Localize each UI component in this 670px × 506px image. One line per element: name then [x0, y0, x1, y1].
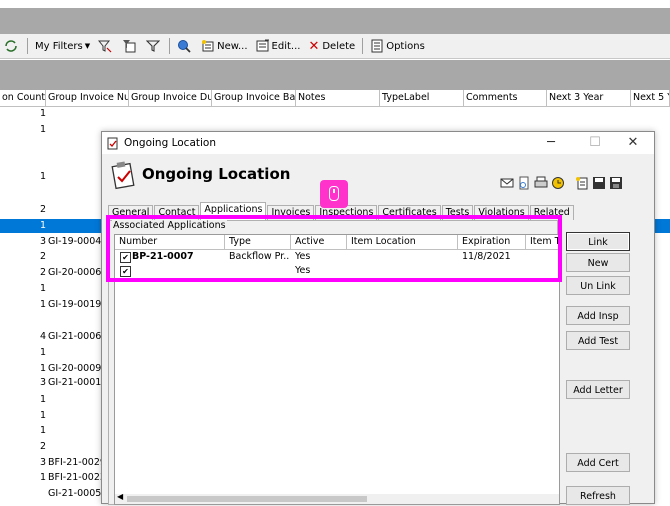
mouse-icon	[329, 186, 339, 201]
column-header-invoice-due[interactable]: Group Invoice Du...	[129, 90, 212, 106]
dialog-titlebar: Ongoing Location ─ ☐ ✕	[102, 132, 654, 154]
chevron-down-icon: ▼	[84, 42, 91, 50]
add-cert-button[interactable]: Add Cert	[566, 453, 630, 472]
title-band	[0, 8, 670, 34]
delete-x-icon: ✕	[308, 38, 320, 54]
add-letter-button[interactable]: Add Letter	[566, 380, 630, 399]
dialog-header-tools	[500, 176, 623, 190]
scroll-left-icon[interactable]: ◀	[117, 492, 123, 501]
filter-button[interactable]	[142, 35, 166, 57]
add-test-button[interactable]: Add Test	[566, 331, 630, 350]
unlink-button[interactable]: Un Link	[566, 276, 630, 295]
save-icon[interactable]	[592, 176, 606, 190]
click-badge	[320, 180, 348, 208]
horizontal-scrollbar[interactable]: ◀	[115, 492, 559, 504]
refresh-button[interactable]: Refresh	[566, 486, 630, 505]
document-preview-icon[interactable]	[517, 176, 531, 190]
new-application-button[interactable]: New	[566, 253, 630, 272]
new-record-icon	[202, 40, 214, 52]
column-header-invoice-balance[interactable]: Group Invoice Bal...	[212, 90, 296, 106]
search-globe-icon	[178, 40, 191, 53]
table-row[interactable]: 1	[0, 107, 670, 121]
options-icon	[371, 39, 383, 53]
filter-clear-button[interactable]	[94, 35, 118, 57]
grid-group-band	[0, 60, 670, 90]
column-header-notes[interactable]: Notes	[296, 90, 380, 106]
my-filters-dropdown[interactable]: My Filters ▼	[31, 35, 94, 57]
column-header-next-3-year[interactable]: Next 3 Year	[547, 90, 631, 106]
grid-column-header: on Count Group Invoice Nu... Group Invoi…	[0, 90, 670, 107]
clock-icon[interactable]	[551, 176, 565, 190]
close-button[interactable]: ✕	[618, 134, 648, 152]
main-toolbar: My Filters ▼ New... Edit... ✕ Delete Opt…	[0, 34, 670, 59]
scrollbar-thumb[interactable]	[127, 496, 367, 502]
dialog-header-title: Ongoing Location	[142, 165, 291, 183]
top-strip	[0, 0, 670, 8]
column-header-comments[interactable]: Comments	[464, 90, 547, 106]
filter-icon	[146, 40, 161, 52]
maximize-button[interactable]: ☐	[580, 134, 610, 152]
minimize-button[interactable]: ─	[536, 134, 566, 152]
new-button[interactable]: New...	[197, 35, 251, 57]
minimize-icon: ─	[547, 135, 555, 150]
search-button[interactable]	[173, 35, 197, 57]
save-close-icon[interactable]	[609, 176, 623, 190]
new-label: New...	[217, 40, 248, 52]
my-filters-label: My Filters	[35, 40, 83, 52]
refresh-icon	[5, 40, 17, 52]
clipboard-check-icon	[111, 161, 135, 190]
toolbar-separator	[362, 38, 364, 54]
highlight-box	[106, 215, 562, 282]
maximize-icon: ☐	[589, 135, 601, 150]
dialog-header: Ongoing Location	[102, 154, 654, 194]
edit-record-icon	[256, 39, 269, 52]
add-insp-button[interactable]: Add Insp	[566, 306, 630, 325]
filter-table-button[interactable]	[118, 35, 142, 57]
toolbar-separator	[27, 38, 28, 54]
location-clipboard-icon	[107, 137, 118, 150]
email-icon[interactable]	[500, 176, 514, 190]
new-document-icon[interactable]	[575, 176, 589, 190]
options-button[interactable]: Options	[366, 35, 429, 57]
column-header-next-5-year[interactable]: Next 5 Ye	[631, 90, 670, 106]
filter-edit-icon	[98, 40, 112, 53]
delete-button[interactable]: ✕ Delete	[304, 35, 359, 57]
delete-label: Delete	[322, 40, 356, 52]
column-header-count[interactable]: on Count	[0, 90, 46, 106]
edit-button[interactable]: Edit...	[252, 35, 305, 57]
filter-table-icon	[123, 40, 136, 53]
options-label: Options	[386, 40, 425, 52]
column-header-invoice-number[interactable]: Group Invoice Nu...	[46, 90, 129, 106]
toolbar-separator	[169, 38, 171, 54]
column-header-typelabel[interactable]: TypeLabel	[380, 90, 464, 106]
ongoing-location-dialog: Ongoing Location ─ ☐ ✕ Ongoing Location …	[101, 131, 655, 505]
edit-label: Edit...	[271, 40, 301, 52]
dialog-window-title: Ongoing Location	[124, 137, 216, 149]
close-icon: ✕	[627, 135, 639, 150]
refresh-tool[interactable]	[0, 35, 24, 57]
print-icon[interactable]	[534, 176, 548, 190]
link-button[interactable]: Link	[566, 232, 630, 251]
